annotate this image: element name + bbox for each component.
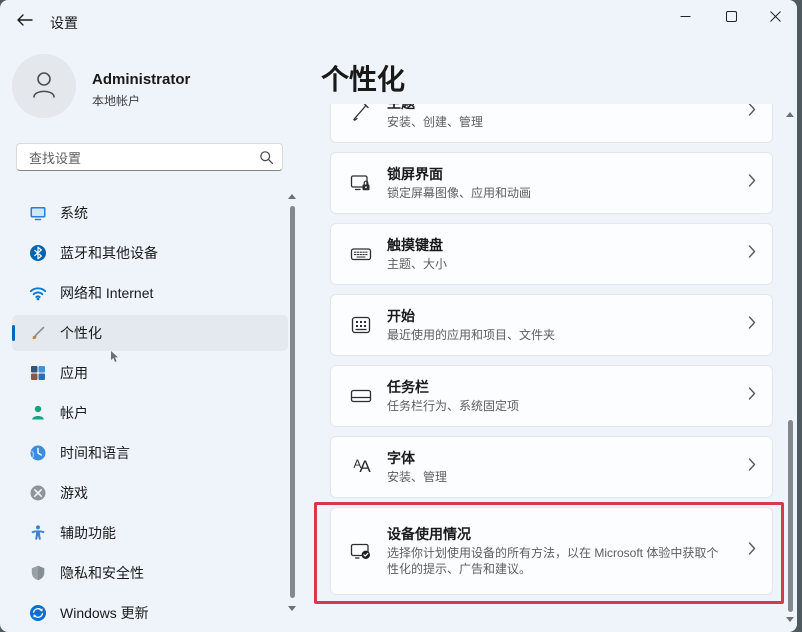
- sidebar-item-system[interactable]: 系统: [12, 195, 288, 231]
- sidebar-item-bluetooth[interactable]: 蓝牙和其他设备: [12, 235, 288, 271]
- app-title: 设置: [50, 13, 78, 33]
- search-input[interactable]: [27, 145, 251, 171]
- list-item-title: 锁屏界面: [387, 165, 531, 183]
- fonts-icon: AA: [348, 454, 374, 480]
- list-item-lock-screen[interactable]: 锁屏界面 锁定屏幕图像、应用和动画: [330, 152, 773, 214]
- list-item-theme[interactable]: 主题 安装、创建、管理: [330, 104, 773, 143]
- system-icon: [29, 204, 47, 222]
- list-item-fonts[interactable]: AA 字体 安装、管理: [330, 436, 773, 498]
- sidebar-item-label: 游戏: [60, 483, 88, 503]
- close-button[interactable]: [753, 0, 797, 34]
- mouse-cursor: [110, 350, 120, 368]
- sidebar-item-accessibility[interactable]: 辅助功能: [12, 515, 288, 551]
- list-item-title: 触摸键盘: [387, 236, 447, 254]
- sidebar-scroll-up-arrow[interactable]: [288, 194, 296, 199]
- touch-keyboard-icon: [348, 241, 374, 267]
- main-scroll-up-arrow[interactable]: [786, 112, 794, 117]
- sidebar-scrollbar-thumb[interactable]: [290, 206, 295, 598]
- main-scrollbar-thumb[interactable]: [788, 420, 793, 612]
- bluetooth-icon: [29, 244, 47, 262]
- time-language-icon: [29, 444, 47, 462]
- list-item-touch-keyboard[interactable]: 触摸键盘 主题、大小: [330, 223, 773, 285]
- page-title: 个性化: [321, 58, 405, 98]
- list-item-subtitle: 主题、大小: [387, 256, 447, 272]
- device-usage-icon: [348, 538, 374, 564]
- list-item-subtitle: 选择你计划使用设备的所有方法，以在 Microsoft 体验中获取个性化的提示、…: [387, 545, 726, 577]
- back-arrow-icon: [16, 15, 34, 30]
- sidebar-scroll-down-arrow[interactable]: [288, 606, 296, 611]
- chevron-right-icon: [748, 174, 756, 193]
- sidebar-item-network[interactable]: 网络和 Internet: [12, 275, 288, 311]
- user-account-type: 本地帐户: [92, 92, 140, 109]
- windows-update-icon: [29, 604, 47, 622]
- sidebar-item-label: 网络和 Internet: [60, 283, 153, 303]
- chevron-right-icon: [748, 458, 756, 477]
- minimize-button[interactable]: [663, 0, 707, 34]
- list-item-title: 主题: [387, 104, 483, 112]
- start-icon: [348, 312, 374, 338]
- sidebar-item-time-language[interactable]: 时间和语言: [12, 435, 288, 471]
- user-icon: [27, 67, 61, 106]
- sidebar-item-personalization[interactable]: 个性化: [12, 315, 288, 351]
- sidebar-nav: 系统 蓝牙和其他设备 网络和 Internet 个性化 应用: [12, 195, 288, 632]
- list-item-subtitle: 安装、创建、管理: [387, 114, 483, 130]
- sidebar-item-windows-update[interactable]: Windows 更新: [12, 595, 288, 631]
- user-name: Administrator: [92, 71, 190, 88]
- maximize-icon: [726, 10, 737, 25]
- sidebar-item-label: Windows 更新: [60, 603, 149, 623]
- list-item-device-usage[interactable]: 设备使用情况 选择你计划使用设备的所有方法，以在 Microsoft 体验中获取…: [330, 507, 773, 595]
- chevron-right-icon: [748, 316, 756, 335]
- sidebar-item-label: 帐户: [60, 403, 88, 423]
- sidebar-item-label: 蓝牙和其他设备: [60, 243, 158, 263]
- list-item-subtitle: 最近使用的应用和项目、文件夹: [387, 327, 555, 343]
- avatar: [12, 54, 76, 118]
- chevron-right-icon: [748, 542, 756, 561]
- list-item-title: 设备使用情况: [387, 525, 726, 543]
- list-item-start[interactable]: 开始 最近使用的应用和项目、文件夹: [330, 294, 773, 356]
- privacy-icon: [29, 564, 47, 582]
- gaming-icon: [29, 484, 47, 502]
- list-item-taskbar[interactable]: 任务栏 任务栏行为、系统固定项: [330, 365, 773, 427]
- network-icon: [29, 284, 47, 302]
- close-icon: [770, 10, 781, 25]
- chevron-right-icon: [748, 387, 756, 406]
- accounts-icon: [29, 404, 47, 422]
- sidebar-item-apps[interactable]: 应用: [12, 355, 288, 391]
- accessibility-icon: [29, 524, 47, 542]
- maximize-button[interactable]: [709, 0, 753, 34]
- sidebar-item-accounts[interactable]: 帐户: [12, 395, 288, 431]
- list-item-subtitle: 任务栏行为、系统固定项: [387, 398, 519, 414]
- list-item-subtitle: 锁定屏幕图像、应用和动画: [387, 185, 531, 201]
- search-icon: [259, 150, 274, 170]
- personalization-icon: [29, 324, 47, 342]
- theme-icon: [348, 104, 374, 125]
- list-item-subtitle: 安装、管理: [387, 469, 447, 485]
- sidebar-item-gaming[interactable]: 游戏: [12, 475, 288, 511]
- sidebar-item-label: 辅助功能: [60, 523, 116, 543]
- lock-screen-icon: [348, 170, 374, 196]
- back-button[interactable]: [12, 10, 38, 32]
- chevron-right-icon: [748, 104, 756, 122]
- sidebar-item-label: 应用: [60, 363, 88, 383]
- apps-icon: [29, 364, 47, 382]
- list-item-title: 任务栏: [387, 378, 519, 396]
- list-item-title: 字体: [387, 449, 447, 467]
- sidebar-item-label: 时间和语言: [60, 443, 130, 463]
- list-item-title: 开始: [387, 307, 555, 325]
- search-box: [16, 143, 283, 171]
- settings-list: 主题 安装、创建、管理 锁屏界面 锁定屏幕图像、应用和动画: [330, 104, 773, 632]
- chevron-right-icon: [748, 245, 756, 264]
- sidebar-item-label: 系统: [60, 203, 88, 223]
- sidebar-item-privacy[interactable]: 隐私和安全性: [12, 555, 288, 591]
- sidebar-item-label: 隐私和安全性: [60, 563, 144, 583]
- taskbar-icon: [348, 383, 374, 409]
- main-scroll-down-arrow[interactable]: [786, 617, 794, 622]
- sidebar-item-label: 个性化: [60, 323, 102, 343]
- settings-window: 设置 Administrator 本地帐户 系统: [0, 0, 797, 632]
- minimize-icon: [680, 10, 691, 25]
- titlebar: 设置: [0, 0, 797, 40]
